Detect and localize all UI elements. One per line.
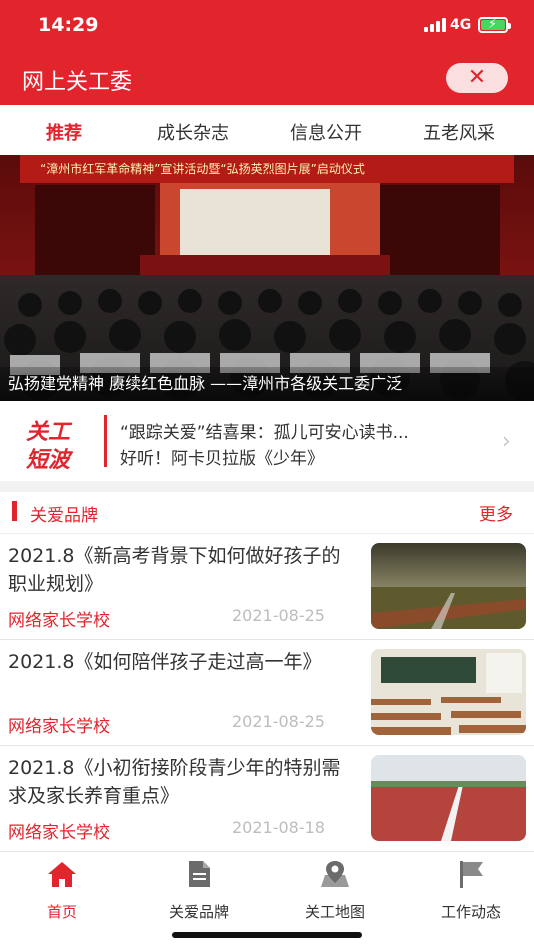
banner-caption: 弘扬建党精神 赓续红色血脉 ——漳州市各级关工委广泛 — [8, 374, 403, 393]
article-source: 网络家长学校 — [8, 611, 110, 631]
ticker-item[interactable]: 好听！阿卡贝拉版《少年》 — [120, 444, 324, 469]
tab-elders-style[interactable]: 五老风采 — [423, 119, 495, 145]
section-header: 关爱品牌 更多 — [0, 492, 534, 534]
article-title: 2021.8《新高考背景下如何做好孩子的职业规划》 — [8, 545, 341, 595]
top-bar: 14:29 4G ⚡ 网上关工委 ✕ — [0, 0, 534, 105]
tab-recommend[interactable]: 推荐 — [46, 119, 82, 145]
category-tabs: 推荐 成长杂志 信息公开 五老风采 — [0, 105, 534, 155]
nav-label: 关爱品牌 — [168, 903, 229, 921]
ticker-item[interactable]: “跟踪关爱”结喜果：孤儿可安心读书... — [120, 418, 409, 443]
article-thumbnail — [371, 543, 526, 629]
chevron-right-icon[interactable]: › — [502, 429, 511, 454]
nav-home[interactable]: 首页 — [2, 860, 122, 922]
article-thumbnail — [371, 755, 526, 841]
nav-label: 工作动态 — [440, 903, 501, 921]
article-item[interactable]: 2021.8《新高考背景下如何做好孩子的职业规划》 网络家长学校 2021-08… — [0, 534, 534, 640]
status-bar: 14:29 4G ⚡ — [0, 0, 534, 52]
nav-label: 首页 — [46, 903, 77, 921]
article-date: 2021-08-25 — [232, 606, 325, 625]
section-gap — [0, 481, 534, 492]
ticker-divider — [104, 415, 107, 467]
section-accent-bar — [12, 501, 17, 521]
article-source: 网络家长学校 — [8, 823, 110, 843]
ticker-badge: 关工 短波 — [22, 414, 84, 473]
article-date: 2021-08-18 — [232, 818, 325, 837]
tab-growth-magazine[interactable]: 成长杂志 — [157, 119, 229, 145]
map-icon — [321, 861, 349, 887]
tab-info-disclosure[interactable]: 信息公开 — [290, 119, 362, 145]
ticker-badge-line2: 短波 — [26, 448, 71, 473]
article-item[interactable]: 2021.8《如何陪伴孩子走过高一年》 网络家长学校 2021-08-25 — [0, 640, 534, 746]
section-title: 关爱品牌 — [30, 506, 98, 526]
document-icon — [189, 861, 210, 887]
article-date: 2021-08-25 — [232, 712, 325, 731]
status-time: 14:29 — [38, 14, 99, 36]
flag-icon — [460, 861, 483, 888]
close-icon: ✕ — [467, 65, 487, 90]
nav-work-news[interactable]: 工作动态 — [411, 860, 531, 922]
nav-label: 关工地图 — [304, 903, 365, 921]
home-indicator — [172, 932, 362, 938]
page-title: 网上关工委 — [22, 70, 133, 95]
more-link[interactable]: 更多 — [479, 500, 513, 525]
app-screen: 14:29 4G ⚡ 网上关工委 ✕ 推荐 成长杂志 信息公开 五老风采 “漳州… — [0, 0, 534, 950]
banner-photo — [0, 155, 534, 401]
banner-carousel[interactable]: “漳州市红军革命精神”宣讲活动暨“弘扬英烈图片展”启动仪式 弘扬建党精神 赓续红… — [0, 155, 534, 401]
battery-icon: ⚡ — [478, 17, 511, 33]
home-icon — [48, 862, 76, 887]
nav-care-brand[interactable]: 关爱品牌 — [139, 860, 259, 922]
news-ticker[interactable]: 关工 短波 “跟踪关爱”结喜果：孤儿可安心读书... 好听！阿卡贝拉版《少年》 … — [0, 401, 534, 481]
stage-banner-text: “漳州市红军革命精神”宣讲活动暨“弘扬英烈图片展”启动仪式 — [40, 162, 365, 176]
article-title: 2021.8《如何陪伴孩子走过高一年》 — [8, 651, 322, 673]
article-source: 网络家长学校 — [8, 717, 110, 737]
signal-icon — [424, 18, 446, 32]
article-title: 2021.8《小初衔接阶段青少年的特别需求及家长养育重点》 — [8, 757, 341, 807]
close-button[interactable]: ✕ — [446, 63, 508, 93]
nav-map[interactable]: 关工地图 — [275, 860, 395, 922]
network-label: 4G — [450, 17, 472, 33]
article-item[interactable]: 2021.8《小初衔接阶段青少年的特别需求及家长养育重点》 网络家长学校 202… — [0, 746, 534, 852]
article-thumbnail — [371, 649, 526, 735]
